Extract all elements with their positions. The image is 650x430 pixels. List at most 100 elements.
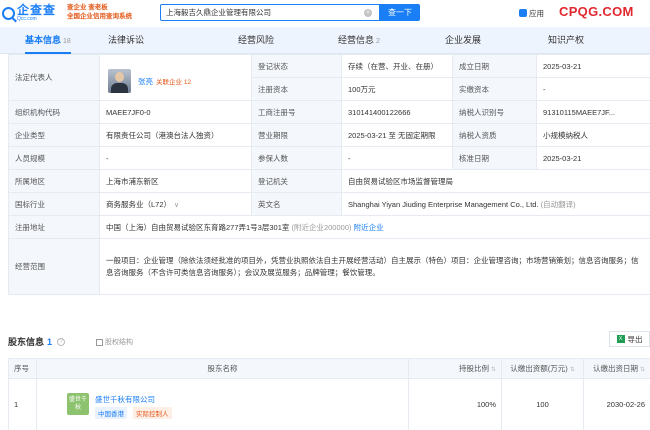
- header: 企查查 Qcc.com 查企业 查老板 全国企业信用查询系统 × 查一下 应用 …: [0, 0, 650, 26]
- taxpayer-id-label: 纳税人识别号: [452, 100, 537, 124]
- region-value: 上海市浦东新区: [99, 169, 252, 193]
- equity-structure-label: 股权结构: [105, 339, 133, 346]
- tab-development[interactable]: 企业发展: [445, 27, 481, 54]
- company-type-value: 有限责任公司（港澳台法人独资）: [99, 123, 252, 147]
- staff-size-value: -: [99, 146, 252, 170]
- staff-size-label: 人员规模: [8, 146, 100, 170]
- insured-value: -: [341, 146, 453, 170]
- app-label: 应用: [529, 8, 544, 18]
- structure-icon: [96, 338, 103, 346]
- export-button[interactable]: X 导出: [609, 331, 650, 347]
- taxpayer-qual-value: 小规模纳税人: [536, 123, 650, 147]
- industry-label: 国标行业: [8, 192, 100, 216]
- reg-status-label: 登记状态: [251, 54, 342, 78]
- shareholders-title: 股东信息 1 ?: [8, 335, 66, 348]
- amount-value: 100: [501, 378, 584, 430]
- help-icon[interactable]: ?: [57, 337, 66, 346]
- col-amount[interactable]: 认缴出资额(万元) ⇅: [501, 358, 584, 379]
- org-code-value: MAEE7JF0-0: [99, 100, 252, 124]
- english-name-cell: Shanghai Yiyan Jiuding Enterprise Manage…: [341, 192, 650, 216]
- address-nearby-count: (附近企业200000): [291, 222, 352, 232]
- address-cell: 中国（上海）自由贸易试验区东育路277弄1号3层301室 (附近企业200000…: [99, 215, 650, 239]
- search-box: ×: [160, 4, 380, 21]
- app-grid-icon: [519, 9, 527, 17]
- biz-reg-no-value: 310141400122666: [341, 100, 453, 124]
- nearby-companies-link[interactable]: 附近企业: [354, 223, 384, 232]
- logo-text: 企查查: [17, 3, 57, 17]
- insured-label: 参保人数: [251, 146, 342, 170]
- address-value: 中国（上海）自由贸易试验区东育路277弄1号3层301室: [106, 222, 290, 232]
- sort-icon: ⇅: [569, 367, 575, 373]
- region-tag: 中国香港: [95, 407, 127, 419]
- biz-term-value: 2025-03-21 至 无固定期限: [341, 123, 453, 147]
- tab-bar: 基本信息 18 法律诉讼 经营风险 经营信息 2 企业发展 知识产权: [0, 27, 650, 54]
- reg-authority-value: 自由贸易试验区市场监督管理局: [341, 169, 650, 193]
- tab-business-info[interactable]: 经营信息 2: [338, 27, 380, 54]
- chevron-down-icon: ∨: [174, 201, 180, 209]
- col-index: 序号: [8, 358, 37, 379]
- reg-status-value: 存续（在营、开业、在册）: [341, 54, 453, 78]
- scope-label: 经营范围: [8, 238, 100, 295]
- logo-mark-icon: [2, 6, 15, 20]
- approval-date-label: 核准日期: [452, 146, 537, 170]
- taxpayer-qual-label: 纳税人资质: [452, 123, 537, 147]
- biz-reg-no-label: 工商注册号: [251, 100, 342, 124]
- basic-info-table: 法定代表人 张亮 关联企业 12 登记状态 存续（在营、开业、在册） 成立日期 …: [8, 54, 650, 295]
- english-name-value: Shanghai Yiyan Jiuding Enterprise Manage…: [348, 199, 539, 209]
- excel-icon: X: [616, 335, 625, 343]
- established-label: 成立日期: [452, 54, 537, 78]
- industry-value: 商务服务业（L72）: [106, 199, 172, 209]
- sort-icon: ⇅: [490, 367, 496, 373]
- logo[interactable]: 企查查 Qcc.com: [2, 3, 66, 23]
- clear-icon[interactable]: ×: [364, 8, 372, 17]
- col-name: 股东名称: [36, 358, 409, 379]
- biz-term-label: 营业期限: [251, 123, 342, 147]
- assoc-companies[interactable]: 关联企业 12: [156, 76, 191, 86]
- app-button[interactable]: 应用: [519, 7, 544, 19]
- ratio-value: 100%: [408, 378, 502, 430]
- shareholder-cell: 盛世千秋 盛世千秋有限公司 中国香港 实际控制人: [36, 378, 409, 430]
- shareholders-count: 1: [47, 336, 53, 347]
- row-index: 1: [8, 378, 37, 430]
- org-code-label: 组织机构代码: [8, 100, 100, 124]
- tab-legal[interactable]: 法律诉讼: [108, 27, 144, 54]
- reg-capital-value: 100万元: [341, 77, 453, 101]
- region-label: 所属地区: [8, 169, 100, 193]
- address-label: 注册地址: [8, 215, 100, 239]
- date-value: 2030-02-26: [583, 378, 650, 430]
- paid-capital-value: -: [536, 77, 650, 101]
- established-value: 2025-03-21: [536, 54, 650, 78]
- sort-icon: ⇅: [639, 367, 645, 373]
- scope-value: 一般项目：企业管理（除依法须经批准的项目外，凭营业执照依法自主开展经营活动）自主…: [99, 238, 650, 295]
- search-input[interactable]: [166, 8, 361, 17]
- watermark: CPQG.COM: [559, 4, 634, 19]
- slogan-line-1: 查企业 查老板: [67, 4, 108, 11]
- shareholders-title-text: 股东信息: [8, 337, 45, 347]
- industry-cell[interactable]: 商务服务业（L72） ∨: [99, 192, 252, 216]
- shareholders-table: 序号 股东名称 持股比例 ⇅ 认缴出资额(万元) ⇅ 认缴出资日期 ⇅ 1 盛世千秋 …: [8, 358, 650, 430]
- paid-capital-label: 实缴资本: [452, 77, 537, 101]
- company-logo: 盛世千秋: [67, 393, 89, 415]
- legal-rep-cell: 张亮 关联企业 12: [99, 54, 252, 101]
- company-type-label: 企业类型: [8, 123, 100, 147]
- english-name-note: (自动翻译): [540, 199, 576, 209]
- avatar[interactable]: [108, 69, 131, 93]
- logo-url: Qcc.com: [17, 16, 37, 22]
- export-label: 导出: [627, 334, 643, 344]
- slogan-line-2: 全国企业信用查询系统: [67, 13, 132, 20]
- table-row: 1 盛世千秋 盛世千秋有限公司 中国香港 实际控制人 100% 100 2030…: [8, 378, 650, 430]
- tab-basic-info[interactable]: 基本信息 18: [25, 27, 71, 54]
- reg-authority-label: 登记机关: [251, 169, 342, 193]
- col-date[interactable]: 认缴出资日期 ⇅: [583, 358, 650, 379]
- approval-date-value: 2025-03-21: [536, 146, 650, 170]
- english-name-label: 英文名: [251, 192, 342, 216]
- col-ratio[interactable]: 持股比例 ⇅: [408, 358, 502, 379]
- search-button[interactable]: 查一下: [380, 4, 420, 21]
- slogan: 查企业 查老板 全国企业信用查询系统: [67, 3, 159, 23]
- legal-rep-name[interactable]: 张亮: [138, 76, 153, 87]
- tab-risk[interactable]: 经营风险: [238, 27, 274, 54]
- tab-ip[interactable]: 知识产权: [548, 27, 584, 54]
- shareholder-name[interactable]: 盛世千秋有限公司: [95, 394, 155, 405]
- equity-structure-link[interactable]: 股权结构: [96, 337, 133, 347]
- reg-capital-label: 注册资本: [251, 77, 342, 101]
